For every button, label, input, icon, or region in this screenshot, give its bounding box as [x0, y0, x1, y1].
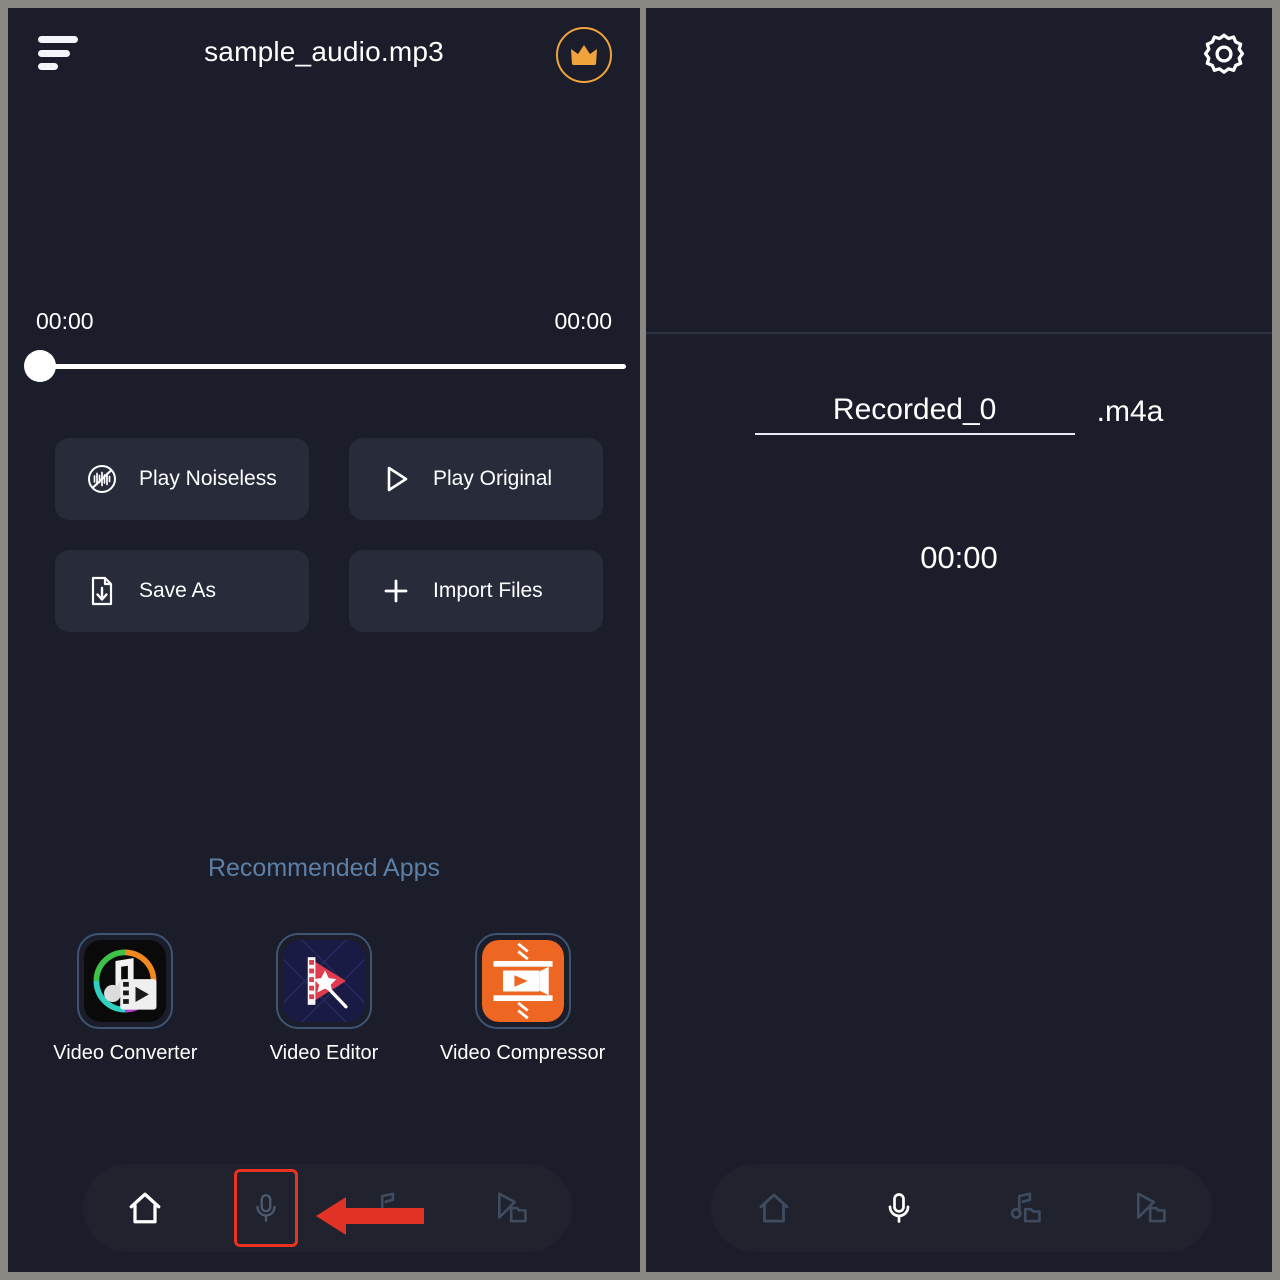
save-as-button[interactable]: Save As — [55, 550, 309, 632]
music-folder-icon — [373, 1192, 404, 1223]
recommended-app-item[interactable]: Video Converter — [35, 933, 215, 1065]
current-time-label: 00:00 — [36, 308, 94, 334]
video-folder-icon — [498, 1192, 528, 1223]
screenshot-stage: sample_audio.mp3 00:00 00:00 Play Noisel… — [0, 0, 1280, 1280]
action-label: Save As — [139, 579, 217, 602]
app-icon-frame — [77, 933, 174, 1029]
total-time-label: 00:00 — [554, 308, 612, 334]
action-label: Import Files — [433, 579, 543, 602]
play-original-button[interactable]: Play Original — [349, 438, 603, 520]
left-bottom-nav — [83, 1164, 572, 1252]
home-icon — [129, 1192, 160, 1224]
microphone-icon — [888, 1193, 910, 1223]
home-icon — [759, 1193, 789, 1223]
nav-microphone-button[interactable] — [233, 1169, 298, 1247]
music-folder-icon — [1010, 1192, 1041, 1223]
video-editor-app-icon — [282, 940, 365, 1022]
settings-button[interactable] — [1200, 30, 1248, 78]
playback-slider[interactable] — [24, 350, 626, 384]
player-time-row: 00:00 00:00 — [36, 308, 612, 335]
recommended-apps-row: Video Converter Video Editor Video Compr… — [8, 933, 640, 1065]
action-button-grid: Play Noiseless Play Original Save As Imp… — [55, 438, 603, 632]
app-label: Video Compressor — [440, 1042, 606, 1064]
action-label: Play Original — [433, 467, 553, 490]
import-files-button[interactable]: Import Files — [349, 550, 603, 632]
app-label: Video Converter — [53, 1042, 198, 1064]
slider-thumb[interactable] — [24, 350, 56, 382]
nav-home-button[interactable] — [111, 1174, 179, 1242]
header-divider — [646, 332, 1272, 334]
app-label: Video Editor — [269, 1042, 379, 1064]
plus-icon — [379, 574, 413, 608]
filename-row: Recorded_0 .m4a — [646, 393, 1272, 435]
nav-video-folder-button[interactable] — [476, 1174, 544, 1242]
right-header — [646, 8, 1272, 332]
recommended-app-item[interactable]: Video Editor — [234, 933, 414, 1065]
recommended-app-item[interactable]: Video Compressor — [433, 933, 613, 1065]
recording-timer: 00:00 — [920, 540, 998, 575]
video-compressor-app-icon — [481, 940, 564, 1022]
microphone-icon — [256, 1194, 276, 1222]
video-folder-icon — [1137, 1192, 1167, 1223]
nav-home-button[interactable] — [740, 1174, 808, 1242]
nav-music-folder-button[interactable] — [990, 1174, 1058, 1242]
nav-music-folder-button[interactable] — [353, 1174, 421, 1242]
crown-icon — [571, 45, 597, 65]
action-label: Play Noiseless — [139, 467, 277, 490]
nav-video-folder-button[interactable] — [1115, 1174, 1183, 1242]
slider-track — [38, 364, 626, 369]
filename-extension-label: .m4a — [1096, 395, 1164, 428]
right-bottom-nav — [711, 1164, 1212, 1252]
play-noiseless-button[interactable]: Play Noiseless — [55, 438, 309, 520]
video-converter-app-icon — [84, 940, 167, 1022]
nav-microphone-button[interactable] — [865, 1174, 933, 1242]
left-header: sample_audio.mp3 — [8, 8, 640, 98]
app-icon-frame — [275, 933, 372, 1029]
page-title: sample_audio.mp3 — [204, 36, 444, 67]
noise-cancel-icon — [85, 462, 119, 496]
recommended-apps-title: Recommended Apps — [207, 854, 441, 882]
play-triangle-icon — [379, 462, 413, 496]
gear-icon — [1203, 33, 1245, 74]
file-download-icon — [85, 574, 119, 608]
premium-crown-button[interactable] — [556, 27, 612, 83]
right-phone-panel: Recorded_0 .m4a 00:00 — [646, 8, 1272, 1272]
filename-input[interactable]: Recorded_0 — [754, 393, 1075, 435]
app-icon-frame — [474, 933, 571, 1029]
left-phone-panel: sample_audio.mp3 00:00 00:00 Play Noisel… — [8, 8, 640, 1272]
